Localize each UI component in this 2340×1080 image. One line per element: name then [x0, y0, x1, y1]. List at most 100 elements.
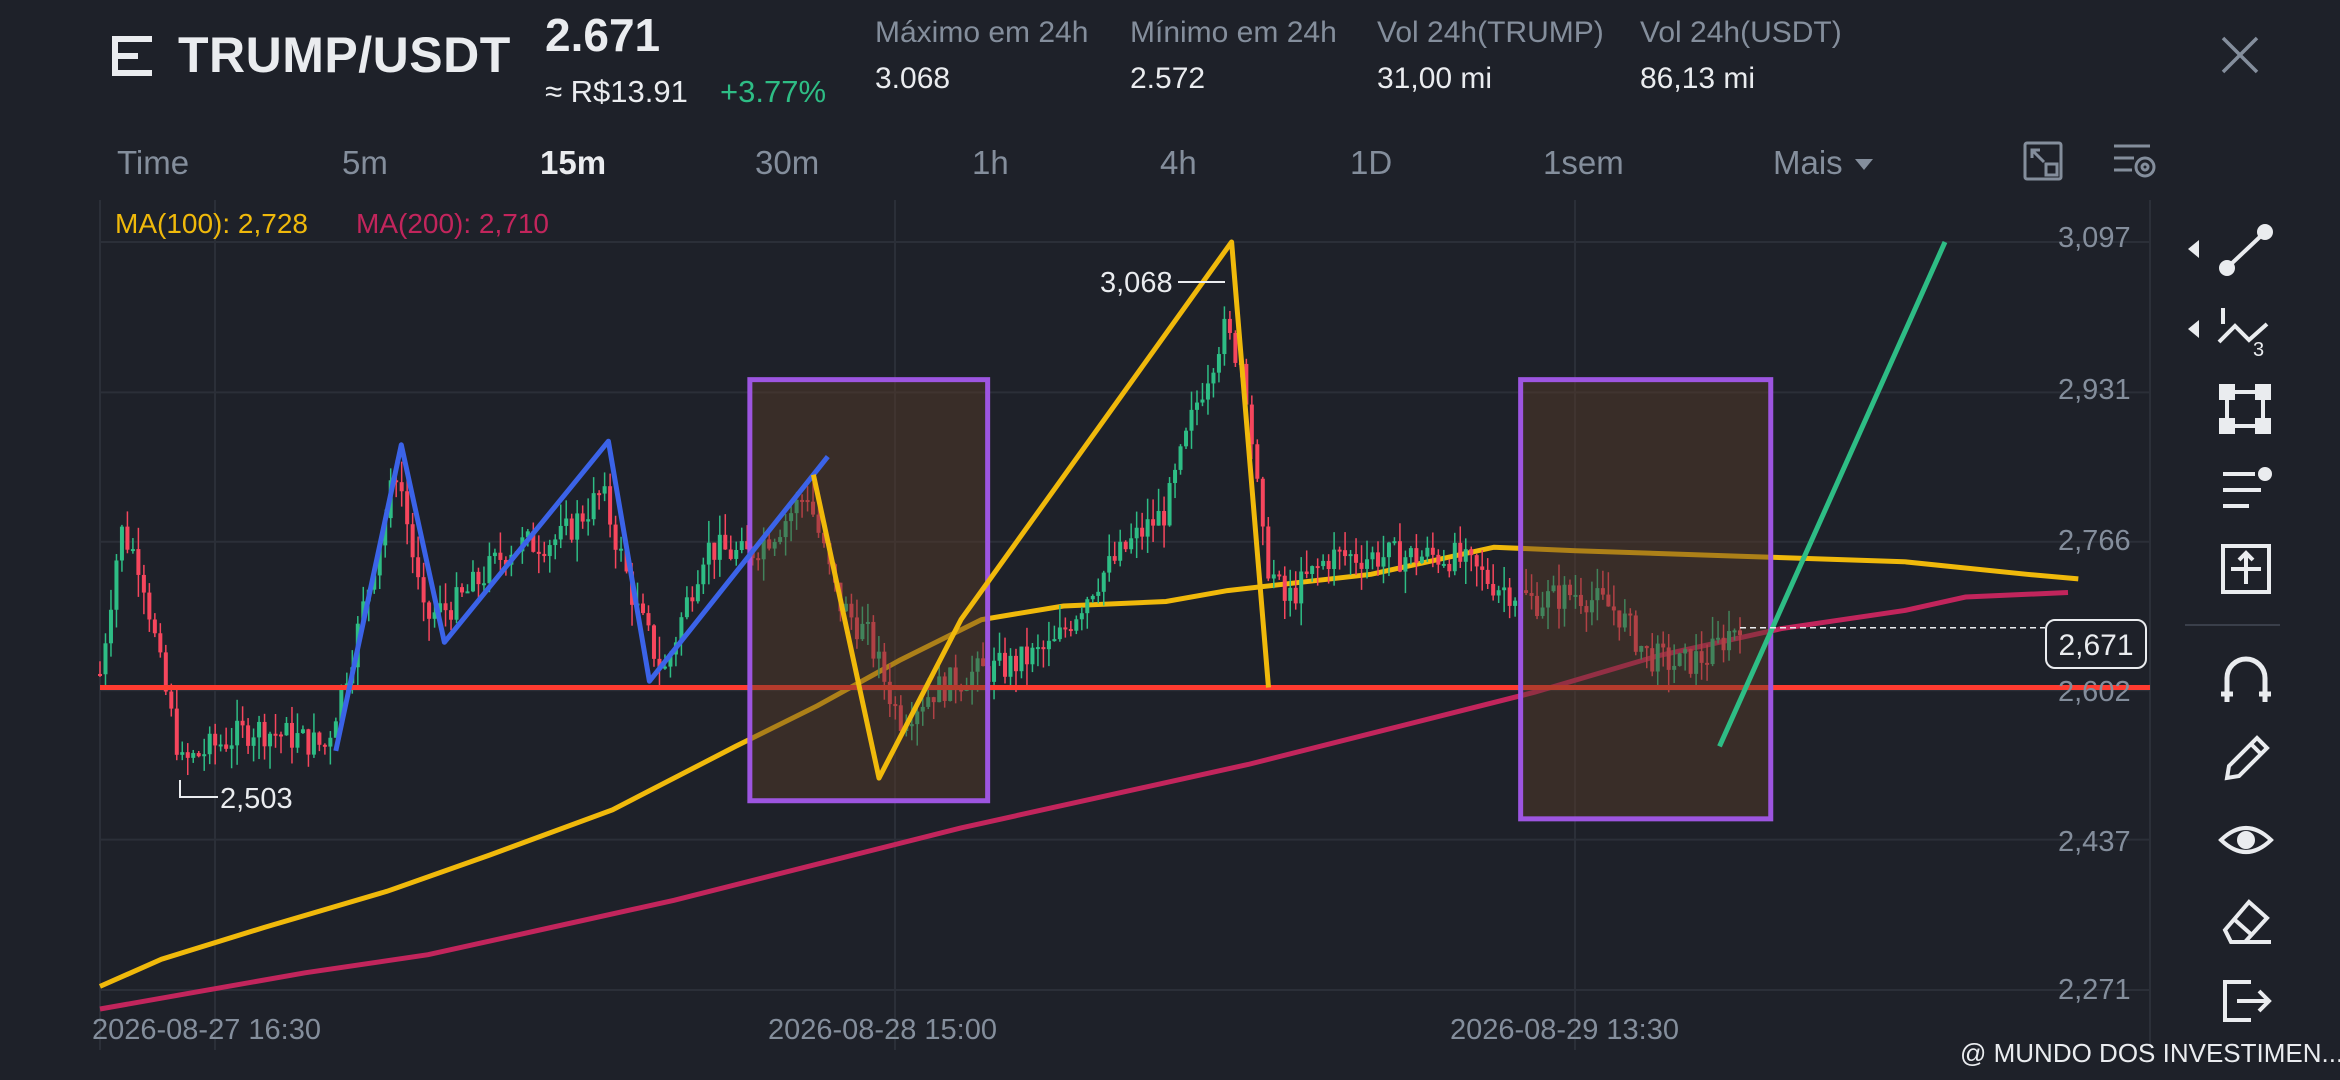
candle-body [268, 733, 273, 747]
x-axis-tick: 2026-08-27 16:30 [92, 1014, 321, 1046]
candle-body [130, 549, 135, 552]
candle-body [1156, 510, 1161, 526]
candle-body [1140, 527, 1145, 537]
toolbar-divider [2185, 624, 2280, 626]
candle-body [1386, 542, 1391, 558]
candle-body [410, 524, 415, 558]
candle-body [712, 542, 717, 560]
candle-body [470, 571, 475, 592]
candle-body [169, 691, 174, 709]
tab-1h[interactable]: 1h [972, 144, 1009, 182]
candle-body [1332, 549, 1337, 570]
chart-grid [99, 200, 2151, 1050]
candle-body [1167, 483, 1172, 526]
candle-body [1513, 600, 1518, 606]
candle-body [1227, 318, 1232, 333]
candle-body [141, 574, 146, 593]
candle-body [1063, 627, 1068, 630]
candle-body [1052, 639, 1057, 642]
fibonacci-icon[interactable]: 3 [2215, 302, 2277, 361]
eye-icon[interactable] [2215, 812, 2277, 868]
vol-quote-label: Vol 24h(USDT) [1640, 16, 1842, 49]
close-icon[interactable] [2215, 30, 2265, 80]
tab-5m[interactable]: 5m [342, 144, 388, 182]
tab-15m[interactable]: 15m [540, 144, 606, 182]
expand-caret-icon[interactable] [2188, 320, 2199, 338]
last-price: 2.671 [545, 9, 661, 61]
candle-body [723, 534, 728, 550]
candle-body [1145, 519, 1150, 537]
exit-icon[interactable] [2215, 972, 2277, 1028]
tab-30m[interactable]: 30m [755, 144, 819, 182]
candle-body [1030, 647, 1035, 665]
candle-body [1260, 478, 1265, 527]
candle-body [498, 552, 503, 560]
candle-body [1447, 563, 1452, 572]
text-tool-icon[interactable] [2215, 462, 2277, 518]
candle-body [1173, 469, 1178, 484]
pair-name[interactable]: TRUMP/USDT [178, 26, 511, 84]
pencil-icon[interactable] [2215, 730, 2277, 786]
expand-caret-icon[interactable] [2188, 240, 2199, 258]
fullscreen-icon[interactable] [2022, 140, 2064, 182]
candle-body [597, 493, 602, 496]
candle-body [98, 673, 102, 676]
magnet-icon[interactable] [2215, 652, 2277, 708]
candle-body [992, 660, 997, 682]
shape-icon[interactable] [2215, 382, 2277, 438]
candle-body [542, 553, 547, 557]
chevron-down-icon[interactable] [1855, 159, 1873, 170]
candle-body [536, 551, 541, 554]
candle-body [1463, 549, 1468, 562]
svg-text:3: 3 [2253, 339, 2264, 358]
candle-body [1321, 560, 1326, 567]
candle-body [728, 549, 733, 559]
tab-more[interactable]: Mais [1773, 144, 1843, 182]
candle-body [1430, 547, 1435, 555]
candle-body [1112, 556, 1117, 561]
trend-line-icon[interactable] [2215, 222, 2277, 278]
candle-body [136, 549, 141, 575]
candle-body [1452, 542, 1457, 572]
candle-body [311, 732, 316, 755]
eraser-icon[interactable] [2215, 892, 2277, 948]
candle-body [547, 545, 552, 557]
high-annotation: 3,068 [1100, 267, 1173, 299]
tab-time[interactable]: Time [117, 144, 189, 182]
candle-body [1107, 556, 1112, 573]
candle-body [1381, 557, 1386, 567]
candle-body [191, 753, 196, 758]
change-percent: +3.77% [720, 74, 827, 109]
x-axis-tick: 2026-08-28 15:00 [768, 1014, 997, 1046]
candle-body [240, 720, 245, 726]
candle-body [1090, 595, 1095, 600]
candle-body [1085, 599, 1090, 614]
candle-body [1480, 566, 1485, 570]
tab-1d[interactable]: 1D [1350, 144, 1392, 182]
candle-body [174, 708, 179, 755]
pair-menu-icon[interactable] [110, 32, 158, 80]
candle-body [246, 725, 251, 746]
tab-1w[interactable]: 1sem [1543, 144, 1624, 182]
moving-averages [98, 544, 2079, 1012]
candle-body [1222, 318, 1227, 355]
candle-body [1315, 566, 1320, 569]
candle-body [449, 610, 454, 620]
chart-settings-icon[interactable] [2112, 140, 2156, 182]
candle-body [1003, 652, 1008, 677]
candle-body [734, 549, 739, 559]
candle-body [147, 592, 152, 620]
candle-body [322, 744, 327, 747]
candle-body [1035, 647, 1040, 650]
candle-body [1507, 587, 1512, 606]
candle-body [399, 482, 404, 492]
candle-body [717, 534, 722, 560]
candle-body [575, 513, 580, 540]
tab-4h[interactable]: 4h [1160, 144, 1197, 182]
price-chart[interactable]: 3,068 2,503 [0, 190, 2180, 1080]
candle-body [1216, 354, 1221, 373]
y-axis-tick: 2,602 [2058, 676, 2131, 708]
measure-icon[interactable] [2215, 542, 2277, 598]
candle-body [427, 602, 432, 619]
candle-body [125, 526, 130, 550]
